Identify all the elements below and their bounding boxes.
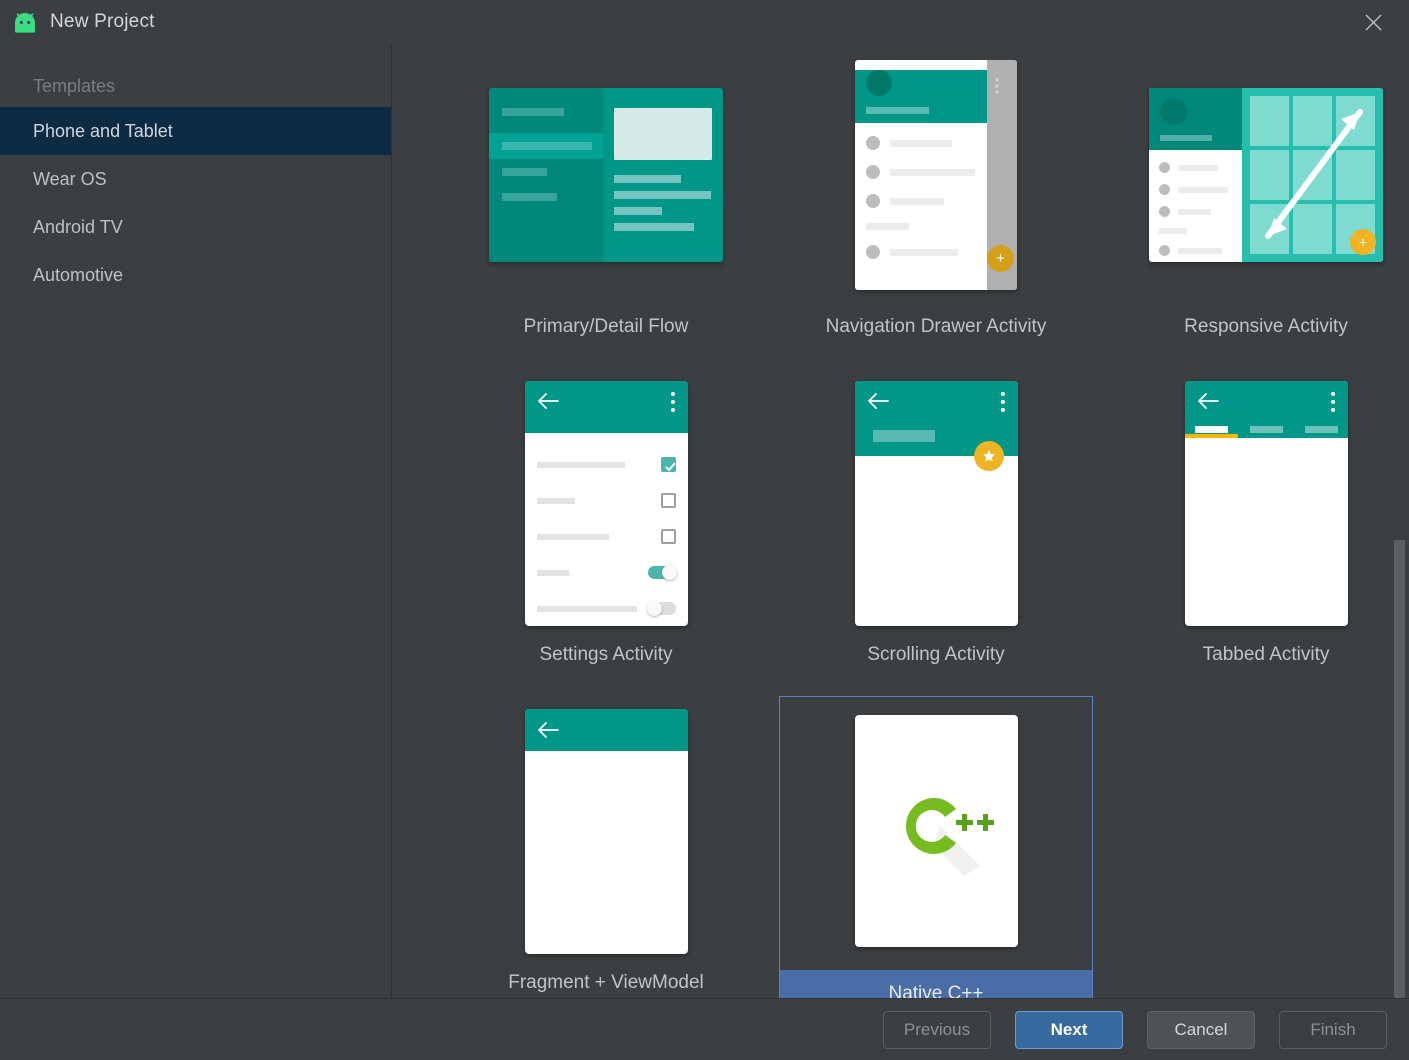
overflow-menu-icon — [1330, 391, 1335, 416]
cancel-button[interactable]: Cancel — [1147, 1010, 1255, 1049]
template-thumbnail: + — [771, 44, 1101, 314]
template-label: Responsive Activity — [1184, 316, 1348, 337]
sidebar-item-android-tv[interactable]: Android TV — [0, 203, 391, 251]
primary-detail-preview-icon — [489, 88, 723, 262]
template-grid: Primary/Detail Flow + Navigation Drawer … — [441, 44, 1409, 998]
gallery-scrollbar[interactable] — [1394, 44, 1405, 998]
template-gallery: Primary/Detail Flow + Navigation Drawer … — [392, 44, 1409, 998]
template-label: Fragment + ViewModel — [508, 972, 704, 993]
template-label: Primary/Detail Flow — [523, 316, 689, 337]
tabbed-activity-preview-icon — [1184, 380, 1348, 626]
template-card-settings-activity[interactable]: Settings Activity — [441, 364, 771, 692]
sidebar-item-label: Automotive — [33, 265, 124, 285]
dialog-footer: Previous Next Cancel Finish — [0, 998, 1409, 1060]
android-robot-icon — [12, 11, 50, 33]
template-card-fragment-viewmodel[interactable]: Fragment + ViewModel — [441, 692, 771, 998]
template-thumbnail — [771, 692, 1101, 970]
overflow-menu-icon — [995, 78, 1009, 99]
next-button[interactable]: Next — [1015, 1010, 1123, 1049]
template-thumbnail — [1101, 364, 1409, 642]
template-label: Native C++ — [780, 970, 1092, 998]
settings-activity-preview-icon — [524, 380, 688, 626]
fragment-viewmodel-preview-icon — [524, 708, 688, 954]
dialog-body: Templates Phone and Tablet Wear OS Andro… — [0, 44, 1409, 998]
tab-indicator — [1184, 433, 1238, 438]
template-card-primary-detail-flow[interactable]: Primary/Detail Flow — [441, 44, 771, 364]
template-card-native-cpp[interactable]: Native C++ — [771, 692, 1101, 998]
dialog-title: New Project — [50, 11, 155, 32]
scrolling-activity-preview-icon — [854, 380, 1018, 626]
template-thumbnail — [771, 364, 1101, 642]
dialog-titlebar: New Project — [0, 0, 1409, 44]
template-card-navigation-drawer-activity[interactable]: + Navigation Drawer Activity — [771, 44, 1101, 364]
template-thumbnail — [441, 692, 771, 970]
templates-sidebar: Templates Phone and Tablet Wear OS Andro… — [0, 44, 392, 998]
overflow-menu-icon — [1000, 391, 1005, 416]
template-label: Settings Activity — [539, 644, 673, 665]
template-label: Scrolling Activity — [867, 644, 1005, 665]
template-label: Tabbed Activity — [1202, 644, 1330, 665]
template-thumbnail: + — [1101, 44, 1409, 314]
close-icon[interactable] — [1357, 6, 1389, 38]
template-card-tabbed-activity[interactable]: Tabbed Activity — [1101, 364, 1409, 692]
back-arrow-icon — [537, 392, 559, 409]
sidebar-header: Templates — [33, 76, 116, 96]
back-arrow-icon — [1197, 392, 1219, 409]
cpp-logo-icon — [854, 715, 1018, 947]
responsive-activity-preview-icon: + — [1149, 88, 1383, 262]
template-label: Navigation Drawer Activity — [825, 316, 1047, 337]
sidebar-item-wear-os[interactable]: Wear OS — [0, 155, 391, 203]
star-fab-icon — [973, 440, 1004, 471]
sidebar-item-label: Android TV — [33, 217, 123, 237]
sidebar-item-label: Phone and Tablet — [33, 121, 173, 141]
template-card-scrolling-activity[interactable]: Scrolling Activity — [771, 364, 1101, 692]
sidebar-item-phone-and-tablet[interactable]: Phone and Tablet — [0, 107, 391, 155]
finish-button[interactable]: Finish — [1279, 1010, 1387, 1049]
previous-button[interactable]: Previous — [883, 1010, 991, 1049]
overflow-menu-icon — [670, 391, 675, 416]
floating-action-button-icon: + — [1350, 229, 1376, 255]
back-arrow-icon — [867, 392, 889, 409]
template-thumbnail — [441, 44, 771, 314]
new-project-dialog: New Project Templates Phone and Tablet W… — [0, 0, 1409, 1060]
template-card-responsive-activity[interactable]: + Responsive Activity — [1101, 44, 1409, 364]
template-thumbnail — [441, 364, 771, 642]
floating-action-button-icon: + — [987, 245, 1014, 272]
navigation-drawer-preview-icon: + — [855, 60, 1017, 290]
sidebar-item-automotive[interactable]: Automotive — [0, 251, 391, 299]
sidebar-item-label: Wear OS — [33, 169, 107, 189]
back-arrow-icon — [537, 721, 559, 738]
scrollbar-thumb[interactable] — [1394, 540, 1405, 998]
